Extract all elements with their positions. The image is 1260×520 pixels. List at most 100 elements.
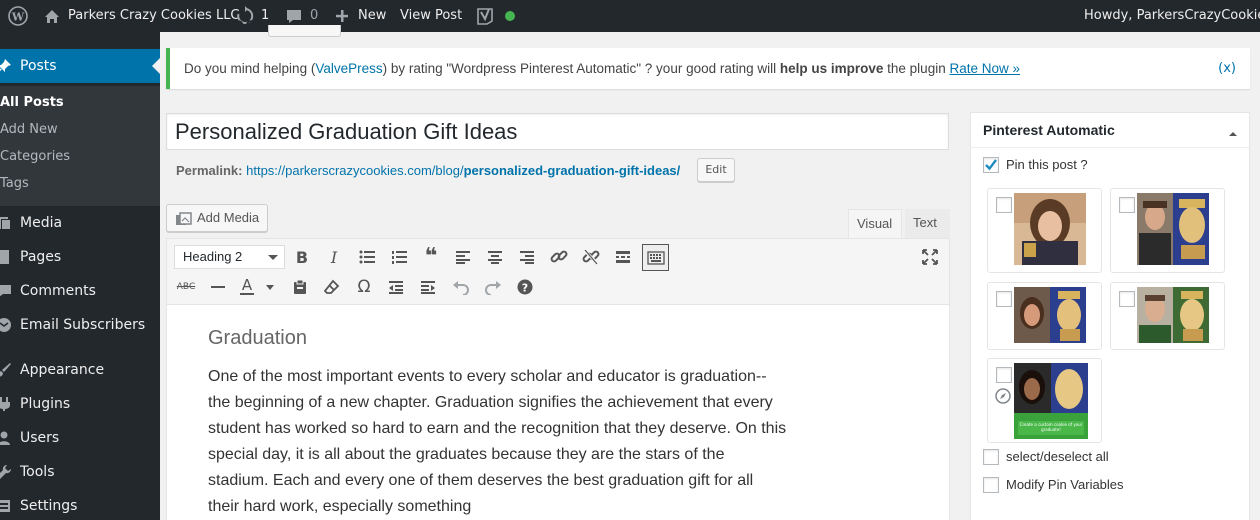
pinterest-box-header[interactable]: Pinterest Automatic [971,113,1249,148]
sidebar-item-label: Users [20,430,60,446]
toolbar-toggle-icon[interactable] [642,244,669,271]
pinterest-automatic-box: Pinterest Automatic Pin this post ? Crea… [970,112,1250,520]
sidebar-item-users[interactable]: Users [0,421,160,455]
sidebar-item-label: Plugins [20,396,71,412]
unlink-icon[interactable] [578,244,604,270]
sidebar-item-settings[interactable]: Settings [0,489,160,520]
add-media-button[interactable]: Add Media [166,204,268,232]
comment-icon [0,283,12,299]
modify-pin-variables-checkbox[interactable] [983,477,999,493]
sidebar-item-label: Media [20,215,63,231]
sidebar-item-label: Posts [20,58,57,74]
select-all-checkbox[interactable] [983,449,999,465]
pin-image-checkbox[interactable] [1119,291,1135,307]
edit-slug-button[interactable]: Edit [697,158,735,182]
pin-image-option[interactable] [987,282,1102,350]
post-title-input[interactable]: Personalized Graduation Gift Ideas [166,113,949,150]
svg-text:A: A [242,277,253,294]
outdent-icon[interactable] [383,274,409,300]
rating-notice: Do you mind helping (ValvePress) by rati… [166,48,1250,89]
pin-image-thumbnail [1014,287,1086,343]
settings-icon [0,498,12,514]
fullscreen-icon[interactable] [917,244,943,270]
brush-icon [0,362,12,378]
tab-text[interactable]: Text [905,209,950,239]
tab-visual[interactable]: Visual [848,209,902,239]
permalink-base: https://parkerscrazycookies.com/blog/ [246,163,464,178]
home-icon[interactable] [43,0,61,32]
pin-image-checkbox[interactable] [1119,197,1135,213]
pin-image-option[interactable] [987,188,1102,273]
permalink-url[interactable]: https://parkerscrazycookies.com/blog/per… [246,163,680,178]
sidebar-item-comments[interactable]: Comments [0,274,160,308]
pin-image-option[interactable] [1110,188,1225,273]
submenu-add-new[interactable]: Add New [0,116,58,143]
align-right-icon[interactable] [514,244,540,270]
clear-formatting-icon[interactable] [319,274,345,300]
collapse-toggle-icon[interactable] [1229,128,1237,136]
sidebar-item-posts[interactable]: Posts [0,49,160,83]
sidebar-item-pages[interactable]: Pages [0,240,160,274]
sidebar-item-email-subscribers[interactable]: Email Subscribers [0,308,160,342]
account-greeting[interactable]: Howdy, ParkersCrazyCookies [1084,0,1260,32]
compass-icon[interactable] [995,388,1011,408]
sidebar-item-tools[interactable]: Tools [0,455,160,489]
pin-this-post-checkbox[interactable] [983,157,999,173]
numbered-list-icon[interactable] [386,244,412,270]
special-character-icon[interactable]: Ω [351,274,377,300]
sidebar-item-plugins[interactable]: Plugins [0,387,160,421]
redo-icon[interactable] [480,274,506,300]
email-icon [0,317,12,333]
submenu-categories[interactable]: Categories [0,143,70,170]
sidebar-item-label: Appearance [20,362,105,378]
help-icon[interactable]: ? [512,274,538,300]
post-editor: Heading 2 B I ❝ ABC A Ω ? Graduation One… [166,238,950,520]
read-more-icon[interactable] [610,244,636,270]
italic-icon[interactable]: I [321,244,347,270]
align-left-icon[interactable] [450,244,476,270]
plugin-icon [0,396,12,412]
valvepress-link[interactable]: ValvePress [315,61,382,76]
sidebar-item-appearance[interactable]: Appearance [0,353,160,387]
new-content-link[interactable]: New [358,0,386,32]
strikethrough-icon[interactable]: ABC [173,274,199,300]
blockquote-icon[interactable]: ❝ [418,244,444,270]
bullet-list-icon[interactable] [354,244,380,270]
pin-image-option[interactable]: Create a custom cookie of your graduate! [987,358,1102,443]
notice-text-part: ) by rating "Wordpress Pinterest Automat… [382,61,780,76]
sidebar-item-label: Settings [20,498,78,514]
pin-image-thumbnail [1137,193,1209,265]
submenu-tags[interactable]: Tags [0,170,29,197]
permalink-label: Permalink: [176,163,243,178]
thumbnail-caption: Create a custom cookie of your graduate! [1019,422,1083,432]
align-center-icon[interactable] [482,244,508,270]
pin-image-checkbox[interactable] [996,197,1012,213]
editor-content[interactable]: Graduation One of the most important eve… [208,327,788,520]
permalink: Permalink: https://parkerscrazycookies.c… [176,157,680,185]
users-icon [0,430,12,446]
paste-text-icon[interactable] [287,274,313,300]
pin-this-post-label: Pin this post ? [1006,157,1088,172]
sidebar-item-media[interactable]: Media [0,206,160,240]
add-media-icon [175,211,193,237]
rate-now-link[interactable]: Rate Now » [949,61,1020,76]
link-icon[interactable] [546,244,572,270]
horizontal-line-icon[interactable] [205,274,231,300]
format-select[interactable]: Heading 2 [174,245,285,269]
add-new-post-button[interactable] [268,25,341,37]
pin-image-checkbox[interactable] [996,367,1012,383]
wordpress-logo-icon[interactable]: W [8,0,28,32]
view-post-link[interactable]: View Post [400,0,462,32]
admin-sidebar: Posts All Posts Add New Categories Tags … [0,32,160,520]
pinterest-box-title: Pinterest Automatic [983,122,1115,138]
pin-image-option[interactable] [1110,282,1225,350]
indent-icon[interactable] [415,274,441,300]
pin-image-checkbox[interactable] [996,291,1012,307]
wrench-icon [0,464,12,480]
notice-dismiss-link[interactable]: (x) [1218,48,1236,89]
bold-icon[interactable]: B [289,244,315,270]
text-color-icon[interactable]: A [237,274,277,300]
yoast-icon[interactable] [475,0,495,32]
undo-icon[interactable] [448,274,474,300]
submenu-all-posts[interactable]: All Posts [0,89,64,116]
